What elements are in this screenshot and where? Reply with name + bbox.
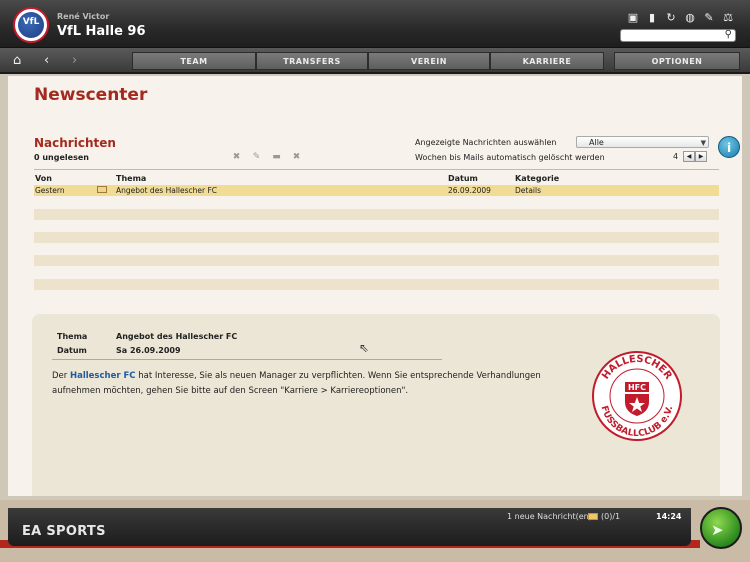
top-bar: VfL René Victor VfL Halle 96 ▣ ▮ ↻ ◍ ✎ ⚖… [0, 0, 750, 48]
empty-row [34, 209, 719, 220]
reply-icon[interactable]: ▬ [270, 151, 283, 162]
mail-count: (0)/1 [601, 512, 621, 521]
detail-subject-label: Thema [57, 332, 88, 341]
empty-row [34, 279, 719, 290]
column-header-category[interactable]: Kategorie [515, 174, 559, 183]
nav-bar: ⌂ ‹ › TEAM TRANSFERS VEREIN KARRIERE OPT… [0, 48, 750, 74]
mail-icon [97, 186, 107, 193]
detail-date-value: Sa 26.09.2009 [116, 346, 181, 355]
auto-delete-stepper: ◀ ▶ [683, 151, 707, 162]
info-button[interactable]: i [718, 136, 740, 158]
mouse-cursor-icon: ⇖ [359, 341, 370, 355]
new-messages-status[interactable]: 1 neue Nachricht(en) [507, 512, 592, 521]
tab-optionen[interactable]: OPTIONEN [614, 52, 740, 70]
mark-read-icon[interactable]: ✎ [250, 151, 263, 162]
tab-karriere[interactable]: KARRIERE [490, 52, 604, 70]
body-prefix: Der [52, 371, 70, 381]
filter-label: Angezeigte Nachrichten auswählen [415, 138, 557, 147]
message-body: Der Hallescher FC hat Interesse, Sie als… [52, 369, 552, 399]
scale-icon[interactable]: ⚖ [720, 10, 736, 24]
hallescher-fc-logo: HALLESCHER FUSSBALLCLUB e.V. HFC [592, 351, 682, 441]
continue-button[interactable]: ➤ [700, 507, 742, 549]
delete-all-icon[interactable]: ✖ [290, 151, 303, 162]
increment-icon[interactable]: ▶ [695, 151, 707, 162]
detail-divider [52, 359, 442, 360]
club-name: VfL Halle 96 [57, 24, 146, 39]
screen-icon[interactable]: ▣ [625, 10, 641, 24]
manager-name: René Victor [57, 12, 110, 21]
forward-arrow-icon[interactable]: › [72, 53, 77, 68]
club-link[interactable]: Hallescher FC [70, 371, 136, 381]
mail-icon[interactable] [588, 513, 598, 520]
column-header-date[interactable]: Datum [448, 174, 478, 183]
empty-row [34, 232, 719, 243]
reload-icon[interactable]: ↻ [663, 10, 679, 24]
filter-select-value: Alle [589, 138, 604, 147]
auto-delete-label: Wochen bis Mails automatisch gelöscht we… [415, 153, 605, 162]
club-logo-text: VfL [22, 17, 40, 27]
top-icons: ▣ ▮ ↻ ◍ ✎ ⚖ [625, 10, 736, 24]
row-category: Details [515, 186, 542, 195]
column-header-subject[interactable]: Thema [116, 174, 146, 183]
table-divider [34, 169, 719, 170]
home-icon[interactable]: ⌂ [13, 53, 21, 68]
auto-delete-value: 4 [673, 152, 679, 161]
delete-icon[interactable]: ✖ [230, 151, 243, 162]
club-logo[interactable]: VfL [13, 7, 49, 43]
search-icon[interactable]: ⚲ [725, 29, 732, 40]
detail-date-label: Datum [57, 346, 87, 355]
column-header-from[interactable]: Von [35, 174, 52, 183]
globe-icon[interactable]: ◍ [682, 10, 698, 24]
tab-team[interactable]: TEAM [132, 52, 256, 70]
clock: 14:24 [656, 512, 682, 521]
search-input[interactable]: ⚲ [620, 29, 736, 42]
tab-transfers[interactable]: TRANSFERS [256, 52, 368, 70]
ea-sports-logo: EA SPORTS [22, 524, 106, 539]
row-from: Gestern [35, 186, 65, 195]
chevron-down-icon: ▼ [700, 139, 706, 147]
stats-icon[interactable]: ▮ [644, 10, 660, 24]
row-subject: Angebot des Hallescher FC [116, 186, 218, 195]
main-content: Newscenter Nachrichten 0 ungelesen ✖ ✎ ▬… [8, 76, 742, 496]
message-detail-panel: Thema Angebot des Hallescher FC Datum Sa… [32, 314, 720, 496]
edit-icon[interactable]: ✎ [701, 10, 717, 24]
tab-verein[interactable]: VEREIN [368, 52, 490, 70]
whistle-icon: ➤ [711, 521, 724, 539]
filter-select[interactable]: Alle ▼ [576, 136, 709, 148]
message-toolbar: ✖ ✎ ▬ ✖ [230, 151, 303, 162]
row-date: 26.09.2009 [448, 186, 491, 195]
back-arrow-icon[interactable]: ‹ [44, 53, 49, 68]
decrement-icon[interactable]: ◀ [683, 151, 695, 162]
empty-row [34, 255, 719, 266]
detail-subject-value: Angebot des Hallescher FC [116, 332, 238, 341]
page-title: Newscenter [34, 85, 148, 105]
unread-count: 0 ungelesen [34, 153, 89, 162]
logo-center-text: HFC [628, 383, 646, 392]
table-row[interactable]: Gestern Angebot des Hallescher FC 26.09.… [34, 185, 719, 196]
section-title: Nachrichten [34, 136, 116, 150]
